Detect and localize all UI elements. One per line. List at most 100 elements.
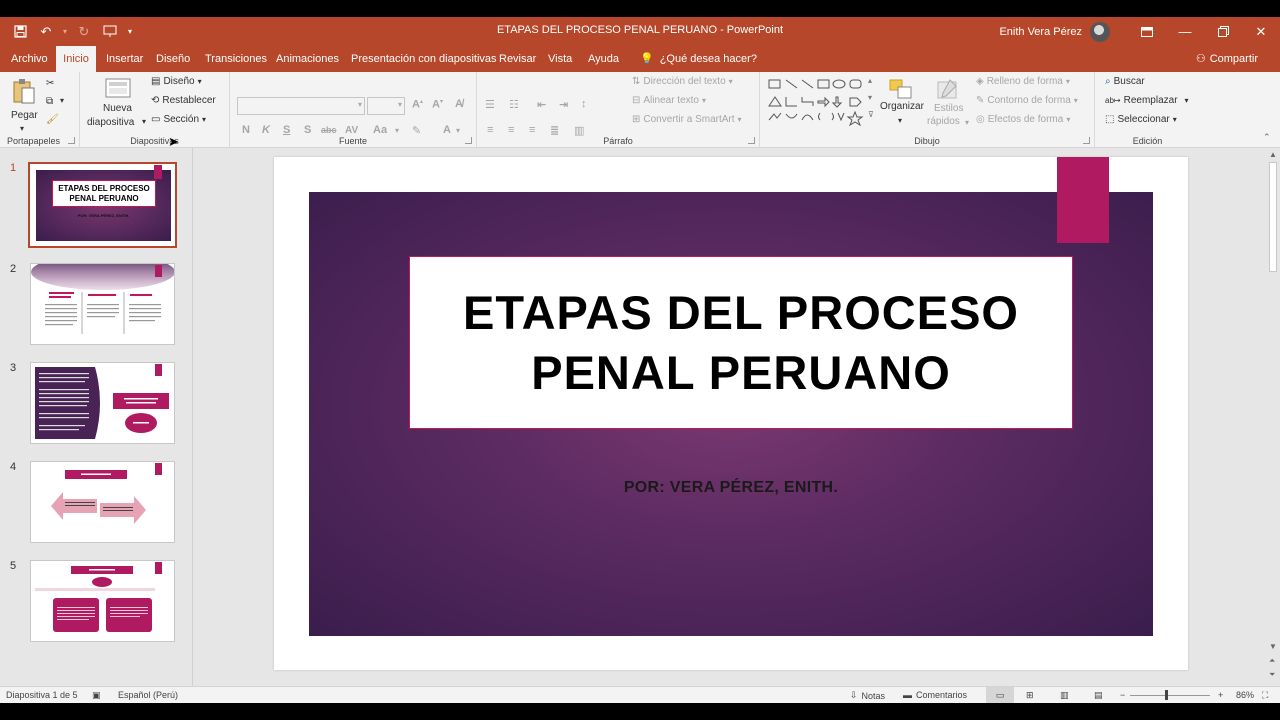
collapse-ribbon-icon[interactable]: ⌃ <box>1263 132 1271 143</box>
shadow-icon[interactable]: S <box>304 124 311 136</box>
line-spacing-icon[interactable]: ↕ <box>581 98 587 110</box>
restore-icon[interactable] <box>1204 17 1242 46</box>
paste-icon[interactable] <box>12 78 36 111</box>
italic-icon[interactable]: K <box>262 124 270 136</box>
slide-accent-tab[interactable] <box>1057 157 1109 243</box>
quick-styles-dropdown-icon[interactable]: ▾ <box>965 118 969 127</box>
vertical-scrollbar[interactable]: ▲ ▼ ⏶ ⏷ <box>1266 148 1280 686</box>
slideshow-icon[interactable]: ▤ <box>1094 690 1103 701</box>
underline-icon[interactable]: S <box>283 124 290 136</box>
paste-dropdown-icon[interactable]: ▾ <box>20 124 24 133</box>
share-button[interactable]: ⚇ Compartir <box>1196 46 1258 72</box>
customize-toolbar-icon[interactable]: ▾ <box>124 20 136 44</box>
slide-thumbnail-3[interactable] <box>30 362 175 444</box>
start-presentation-icon[interactable] <box>98 20 122 44</box>
save-icon[interactable] <box>8 20 32 44</box>
quick-styles-label-2[interactable]: rápidos <box>927 116 960 127</box>
zoom-out-icon[interactable]: − <box>1120 690 1125 700</box>
tab-inicio[interactable]: Inicio <box>56 46 96 72</box>
tab-presentacion[interactable]: Presentación con diapositivas <box>347 46 501 72</box>
scroll-up-icon[interactable]: ▲ <box>1269 150 1277 159</box>
next-slide-icon[interactable]: ⏷ <box>1269 670 1275 680</box>
undo-icon[interactable]: ↶ <box>34 20 58 44</box>
text-direction-button[interactable]: ⇅ Dirección del texto ▾ <box>632 76 733 87</box>
smartart-button[interactable]: ⊞ Convertir a SmartArt ▾ <box>632 114 742 125</box>
tab-vista[interactable]: Vista <box>544 46 576 72</box>
strikethrough-icon[interactable]: abc <box>321 125 337 135</box>
tab-revisar[interactable]: Revisar <box>495 46 540 72</box>
portapapeles-launcher-icon[interactable] <box>68 137 75 144</box>
undo-dropdown-icon[interactable]: ▾ <box>60 20 70 44</box>
decrease-font-icon[interactable]: A▾ <box>432 98 443 111</box>
slide-subtitle[interactable]: POR: VERA PÉREZ, ENITH. <box>309 479 1153 497</box>
spell-check-icon[interactable]: ▣ <box>92 690 101 701</box>
parrafo-launcher-icon[interactable] <box>748 137 755 144</box>
slide-thumbnail-1[interactable]: ETAPAS DEL PROCESO PENAL PERUANO POR: VE… <box>28 162 177 248</box>
reading-view-icon[interactable]: ▥ <box>1060 690 1069 701</box>
align-right-icon[interactable]: ≡ <box>529 124 535 136</box>
character-spacing-icon[interactable]: AV <box>345 125 358 136</box>
font-name-combo[interactable] <box>237 97 365 115</box>
slide-editor[interactable]: ETAPAS DEL PROCESO PENAL PERUANO POR: VE… <box>194 148 1266 686</box>
align-text-button[interactable]: ⊟ Alinear texto ▾ <box>632 95 706 106</box>
replace-button[interactable]: ab↦ Reemplazar ▾ <box>1105 95 1189 106</box>
layout-button[interactable]: ▤ Diseño ▾ <box>151 76 202 87</box>
notes-button[interactable]: ⇩ Notas <box>850 690 885 701</box>
new-slide-label-2[interactable]: diapositiva <box>87 117 134 128</box>
previous-slide-icon[interactable]: ⏶ <box>1269 656 1275 666</box>
bullets-icon[interactable]: ☰ <box>485 98 495 111</box>
section-button[interactable]: ▭ Sección ▾ <box>151 114 206 125</box>
align-center-icon[interactable]: ≡ <box>508 124 514 136</box>
scroll-down-icon[interactable]: ▼ <box>1269 642 1277 651</box>
format-painter-icon[interactable]: 🖌 <box>46 114 59 125</box>
increase-font-icon[interactable]: A▴ <box>412 98 423 111</box>
new-slide-icon[interactable] <box>105 78 131 105</box>
zoom-slider-knob[interactable] <box>1165 690 1168 700</box>
slide-sorter-icon[interactable]: ⊞ <box>1026 690 1034 701</box>
new-slide-dropdown-icon[interactable]: ▾ <box>142 117 146 126</box>
zoom-level[interactable]: 86% <box>1236 690 1254 700</box>
tab-diseno[interactable]: Diseño <box>152 46 194 72</box>
change-case-icon[interactable]: Aa <box>373 124 387 136</box>
fit-to-window-icon[interactable]: ⛶ <box>1262 690 1268 701</box>
quick-styles-label-1[interactable]: Estilos <box>934 103 963 114</box>
shape-outline-button[interactable]: ✎ Contorno de forma ▾ <box>976 95 1078 106</box>
increase-indent-icon[interactable]: ⇥ <box>559 98 568 111</box>
change-case-dropdown-icon[interactable]: ▾ <box>395 126 399 135</box>
copy-icon[interactable]: ⧉ <box>46 96 53 107</box>
tab-insertar[interactable]: Insertar <box>102 46 147 72</box>
arrange-label[interactable]: Organizar <box>880 101 924 112</box>
align-left-icon[interactable]: ≡ <box>487 124 493 136</box>
reset-button[interactable]: ⟲ Restablecer <box>151 95 216 106</box>
redo-icon[interactable]: ↻ <box>72 20 96 44</box>
tab-animaciones[interactable]: Animaciones <box>272 46 343 72</box>
arrange-dropdown-icon[interactable]: ▾ <box>898 116 902 125</box>
tab-ayuda[interactable]: Ayuda <box>584 46 623 72</box>
shapes-gallery[interactable] <box>766 76 878 133</box>
shapes-more-icon[interactable]: ⊽ <box>868 110 874 119</box>
paste-button[interactable]: Pegar <box>11 110 38 121</box>
slide-title[interactable]: ETAPAS DEL PROCESO PENAL PERUANO <box>441 283 1041 403</box>
bold-icon[interactable]: N <box>242 124 250 136</box>
new-slide-label-1[interactable]: Nueva <box>103 103 132 114</box>
font-size-combo[interactable] <box>367 97 405 115</box>
find-button[interactable]: ⌕ Buscar <box>1105 76 1145 87</box>
copy-dropdown-icon[interactable]: ▾ <box>60 96 64 105</box>
zoom-slider[interactable] <box>1130 695 1210 696</box>
zoom-in-icon[interactable]: + <box>1218 690 1223 700</box>
slide-thumbnail-5[interactable] <box>30 560 175 642</box>
scrollbar-thumb[interactable] <box>1269 162 1277 272</box>
fuente-launcher-icon[interactable] <box>465 137 472 144</box>
slide-thumbnail-4[interactable] <box>30 461 175 543</box>
shape-fill-button[interactable]: ◈ Relleno de forma ▾ <box>976 76 1070 87</box>
decrease-indent-icon[interactable]: ⇤ <box>537 98 546 111</box>
tab-archivo[interactable]: Archivo <box>7 46 52 72</box>
language-indicator[interactable]: Español (Perú) <box>118 690 178 700</box>
slide-thumbnail-2[interactable] <box>30 263 175 345</box>
close-icon[interactable]: ✕ <box>1242 17 1280 46</box>
user-name[interactable]: Enith Vera Pérez <box>999 26 1082 38</box>
clear-formatting-icon[interactable]: A̸ <box>455 98 463 110</box>
normal-view-icon[interactable]: ▭ <box>986 687 1014 703</box>
numbering-icon[interactable]: ☷ <box>509 98 519 111</box>
select-button[interactable]: ⬚ Seleccionar ▾ <box>1105 114 1177 125</box>
